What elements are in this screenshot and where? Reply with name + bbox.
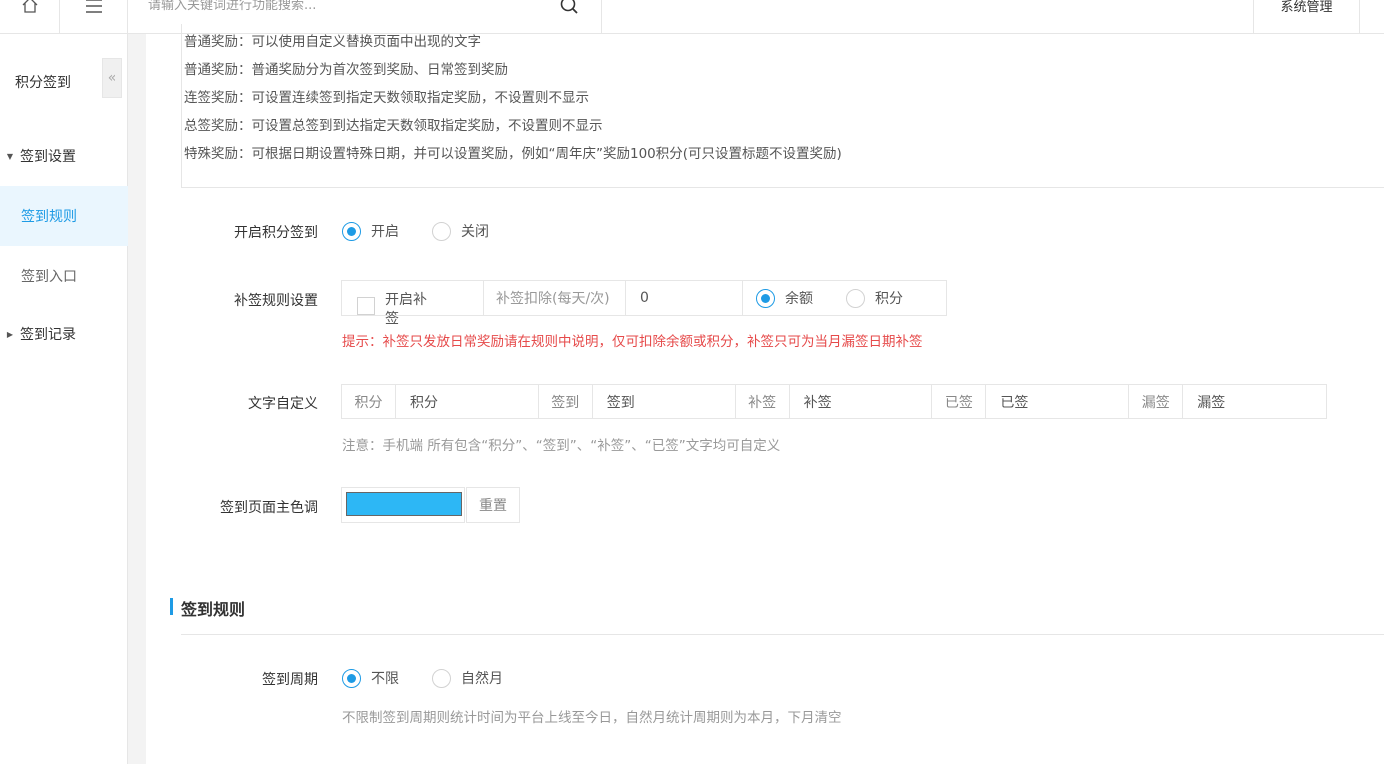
search-input[interactable] [148, 0, 548, 13]
text-addon-missed: 漏签 [1129, 385, 1184, 418]
double-chevron-left-icon: « [107, 70, 117, 86]
caret-right-icon: ▶ [6, 329, 14, 339]
text-input-signed[interactable] [986, 385, 1129, 418]
makeup-deduct-input[interactable] [626, 290, 742, 306]
radio-dot [432, 668, 451, 688]
section-accent-bar [170, 598, 173, 615]
sidebar: 积分签到 « ▼ 签到设置 签到规则 签到入口 ▶ 签到记录 [0, 34, 128, 764]
color-picker[interactable] [341, 487, 465, 523]
enable-signin-label: 开启积分签到 [234, 225, 318, 241]
makeup-deduct-addon: 补签扣除(每天/次) [484, 281, 626, 315]
radio-dot [432, 221, 451, 241]
sidebar-item-label: 签到入口 [21, 269, 77, 285]
makeup-enable-label: 开启补签 [385, 292, 427, 327]
home-icon [22, 0, 37, 13]
text-custom-label: 文字自定义 [248, 396, 318, 412]
makeup-deduct-cell [626, 281, 743, 315]
makeup-rule-hint: 提示：补签只发放日常奖励请在规则中说明，仅可扣除余额或积分，补签只可为当月漏签日… [342, 334, 923, 350]
description-line: 特殊奖励：可根据日期设置特殊日期，并可以设置奖励，例如“周年庆”奖励100积分(… [184, 146, 842, 162]
text-addon-points: 积分 [342, 385, 396, 418]
sidebar-item-signin-entry[interactable]: 签到入口 [0, 246, 128, 306]
sidebar-group-label: 签到设置 [20, 149, 76, 165]
radio-cycle-natural-month[interactable]: 自然月 [432, 668, 503, 688]
text-input-signin[interactable] [592, 385, 735, 418]
signin-cycle-note: 不限制签到周期则统计时间为平台上线至今日，自然月统计周期则为本月，下月清空 [342, 710, 842, 726]
radio-deduct-points[interactable]: 积分 [846, 288, 903, 308]
text-addon-signed: 已签 [932, 385, 987, 418]
radio-label: 开启 [371, 224, 399, 240]
reset-color-button[interactable]: 重置 [466, 487, 520, 523]
description-line: 普通奖励：可以使用自定义替换页面中出现的文字 [184, 34, 481, 50]
radio-dot [342, 668, 361, 688]
description-line: 普通奖励：普通奖励分为首次签到奖励、日常签到奖励 [184, 62, 508, 78]
radio-dot [342, 221, 361, 241]
signin-cycle-label: 签到周期 [262, 672, 318, 688]
section-divider [181, 634, 1384, 635]
makeup-rule-label: 补签规则设置 [234, 293, 318, 309]
main-content: 普通奖励：可以使用自定义替换页面中出现的文字 普通奖励：普通奖励分为首次签到奖励… [146, 24, 1384, 764]
makeup-rule-group: 开启补签 补签扣除(每天/次) 余额 积分 [341, 280, 947, 327]
text-addon-signin: 签到 [538, 385, 593, 418]
radio-deduct-balance[interactable]: 余额 [756, 288, 813, 308]
text-addon-makeup: 补签 [735, 385, 790, 418]
makeup-enable-checkbox[interactable] [357, 297, 375, 315]
sidebar-group-signin-records[interactable]: ▶ 签到记录 [0, 314, 128, 354]
radio-label: 余额 [785, 291, 813, 307]
sidebar-group-label: 签到记录 [20, 327, 76, 343]
radio-label: 关闭 [461, 224, 489, 240]
radio-label: 不限 [371, 671, 399, 687]
system-management-label: 系统管理 [1280, 0, 1333, 15]
makeup-deduct-label: 补签扣除(每天/次) [496, 291, 610, 307]
home-button[interactable] [0, 0, 60, 33]
theme-color-label: 签到页面主色调 [220, 500, 318, 516]
sidebar-group-signin-settings[interactable]: ▼ 签到设置 [0, 136, 128, 176]
radio-enable-on[interactable]: 开启 [342, 221, 399, 241]
text-input-missed[interactable] [1183, 385, 1327, 418]
color-swatch[interactable] [346, 492, 462, 516]
menu-toggle-button[interactable] [60, 0, 128, 33]
text-input-makeup[interactable] [789, 385, 932, 418]
description-line: 连签奖励：可设置连续签到指定天数领取指定奖励，不设置则不显示 [184, 90, 589, 106]
sidebar-item-signin-rules[interactable]: 签到规则 [0, 186, 128, 246]
search-icon[interactable] [559, 0, 579, 15]
description-line: 总签奖励：可设置总签到到达指定天数领取指定奖励，不设置则不显示 [184, 118, 603, 134]
radio-cycle-unlimited[interactable]: 不限 [342, 668, 399, 688]
radio-label: 积分 [875, 291, 903, 307]
section-title: 签到规则 [181, 600, 246, 619]
sidebar-title: 积分签到 [15, 75, 71, 91]
makeup-checkbox-cell[interactable]: 开启补签 [342, 281, 484, 327]
sidebar-item-label: 签到规则 [21, 209, 77, 225]
hamburger-menu-icon [85, 0, 102, 13]
radio-enable-off[interactable]: 关闭 [432, 221, 489, 241]
text-input-points[interactable] [395, 385, 538, 418]
text-custom-group: 积分 签到 补签 已签 漏签 [341, 384, 1327, 419]
caret-down-icon: ▼ [6, 151, 14, 161]
text-custom-note: 注意：手机端 所有包含“积分”、“签到”、“补签”、“已签”文字均可自定义 [342, 438, 781, 454]
radio-dot [756, 288, 775, 308]
sidebar-collapse-button[interactable]: « [102, 58, 122, 98]
radio-label: 自然月 [461, 671, 503, 687]
radio-dot [846, 288, 865, 308]
